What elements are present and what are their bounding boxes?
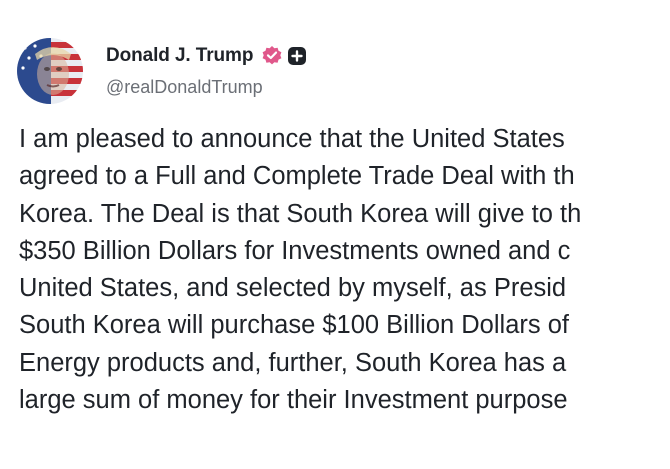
post-body-line: United States, and selected by myself, a… [19, 274, 567, 303]
post-body-line: Energy products and, further, South Kore… [19, 348, 567, 377]
post-body-line: I am pleased to announce that the United… [19, 125, 565, 153]
post-card: Donald J. Trump @realDonaldTrump I am pl… [0, 0, 670, 469]
author-name-row: Donald J. Trump [106, 43, 307, 69]
post-body-line: South Korea will purchase $100 Billion D… [19, 311, 569, 340]
post-body-line: agreed to a Full and Complete Trade Deal… [19, 162, 575, 191]
plus-badge-icon [287, 46, 307, 66]
author-avatar[interactable] [17, 38, 83, 104]
post-body-line: large sum of money for their Investment … [19, 386, 568, 415]
verified-badge-icon [261, 45, 283, 67]
avatar-flag-portrait-icon [17, 38, 83, 104]
post-body-line: Korea. The Deal is that South Korea will… [19, 199, 582, 228]
post-body-line: $350 Billion Dollars for Investments own… [19, 236, 571, 265]
author-handle[interactable]: @realDonaldTrump [106, 77, 263, 98]
post-body: I am pleased to announce that the United… [19, 121, 670, 419]
author-display-name[interactable]: Donald J. Trump [106, 45, 253, 67]
